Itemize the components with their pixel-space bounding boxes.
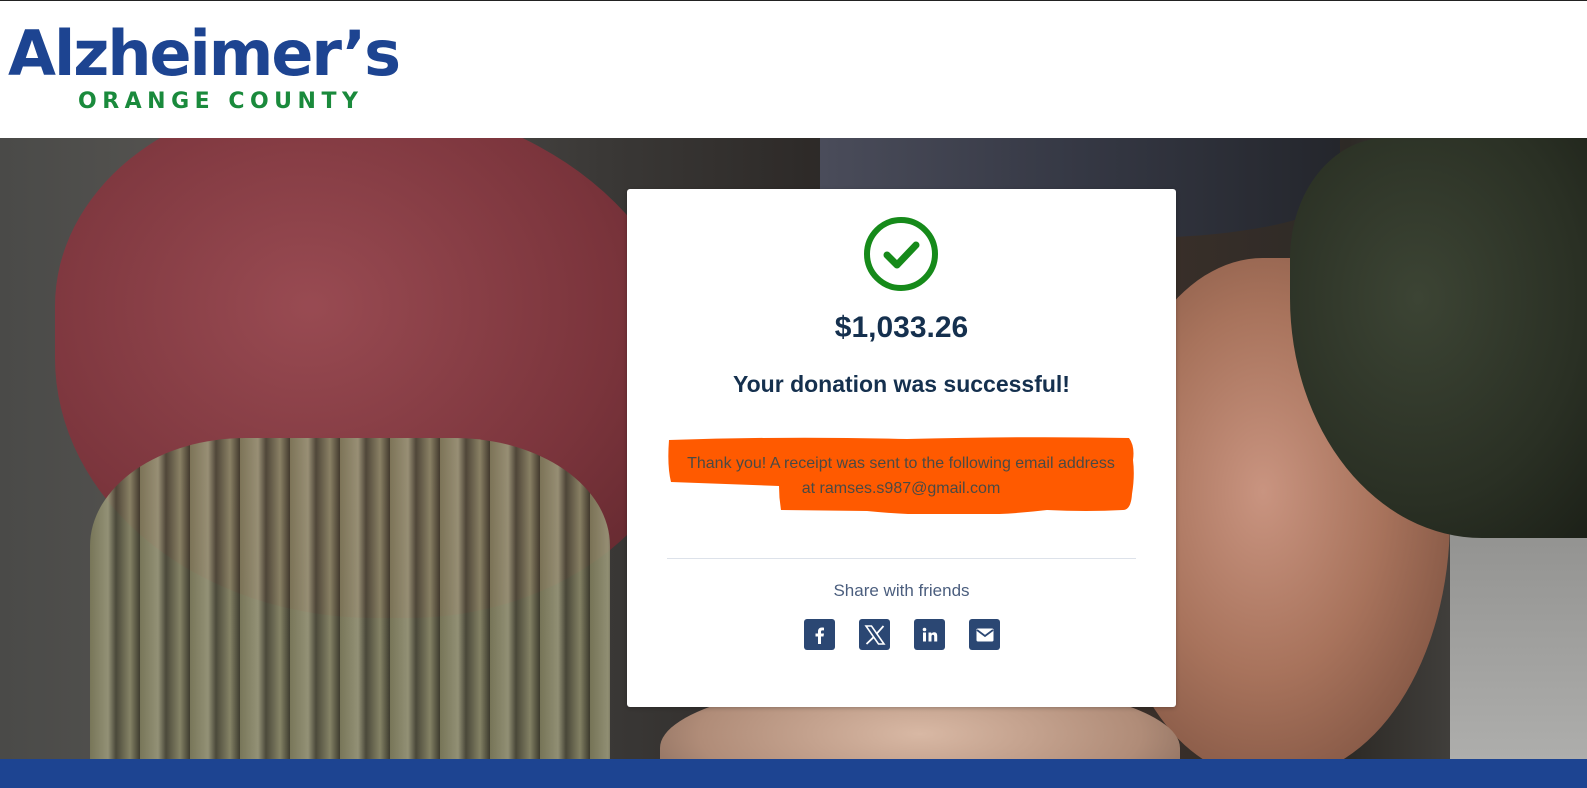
logo-wordmark: Alzheimer’s bbox=[8, 17, 401, 90]
linkedin-icon bbox=[922, 627, 937, 641]
divider bbox=[667, 558, 1136, 559]
receipt-line-1: Thank you! A receipt was sent to the fol… bbox=[687, 455, 1115, 472]
logo-subtitle: ORANGE COUNTY bbox=[78, 89, 364, 114]
share-buttons bbox=[804, 619, 1004, 651]
site-logo[interactable]: Alzheimer’s ORANGE COUNTY bbox=[8, 21, 401, 121]
share-x-button[interactable] bbox=[859, 619, 890, 650]
footer-bar bbox=[0, 759, 1587, 788]
share-linkedin-button[interactable] bbox=[914, 619, 945, 650]
receipt-line-2: at ramses.s987@gmail.com bbox=[801, 480, 1001, 497]
x-twitter-icon bbox=[863, 624, 886, 645]
share-email-button[interactable] bbox=[969, 619, 1000, 650]
donation-amount: $1,033.26 bbox=[834, 311, 969, 344]
donation-success-card: $1,033.26 Your donation was successful! … bbox=[627, 189, 1176, 707]
success-check-icon bbox=[864, 217, 938, 291]
facebook-icon bbox=[815, 627, 824, 644]
email-icon bbox=[975, 628, 994, 641]
success-heading: Your donation was successful! bbox=[733, 371, 1070, 397]
site-header: Alzheimer’s ORANGE COUNTY bbox=[0, 1, 1587, 138]
receipt-text: Thank you! A receipt was sent to the fol… bbox=[667, 451, 1135, 501]
receipt-message: Thank you! A receipt was sent to the fol… bbox=[667, 436, 1135, 514]
share-label: Share with friends bbox=[833, 581, 970, 600]
photo-striped-skirt bbox=[90, 438, 610, 759]
share-facebook-button[interactable] bbox=[804, 619, 835, 650]
